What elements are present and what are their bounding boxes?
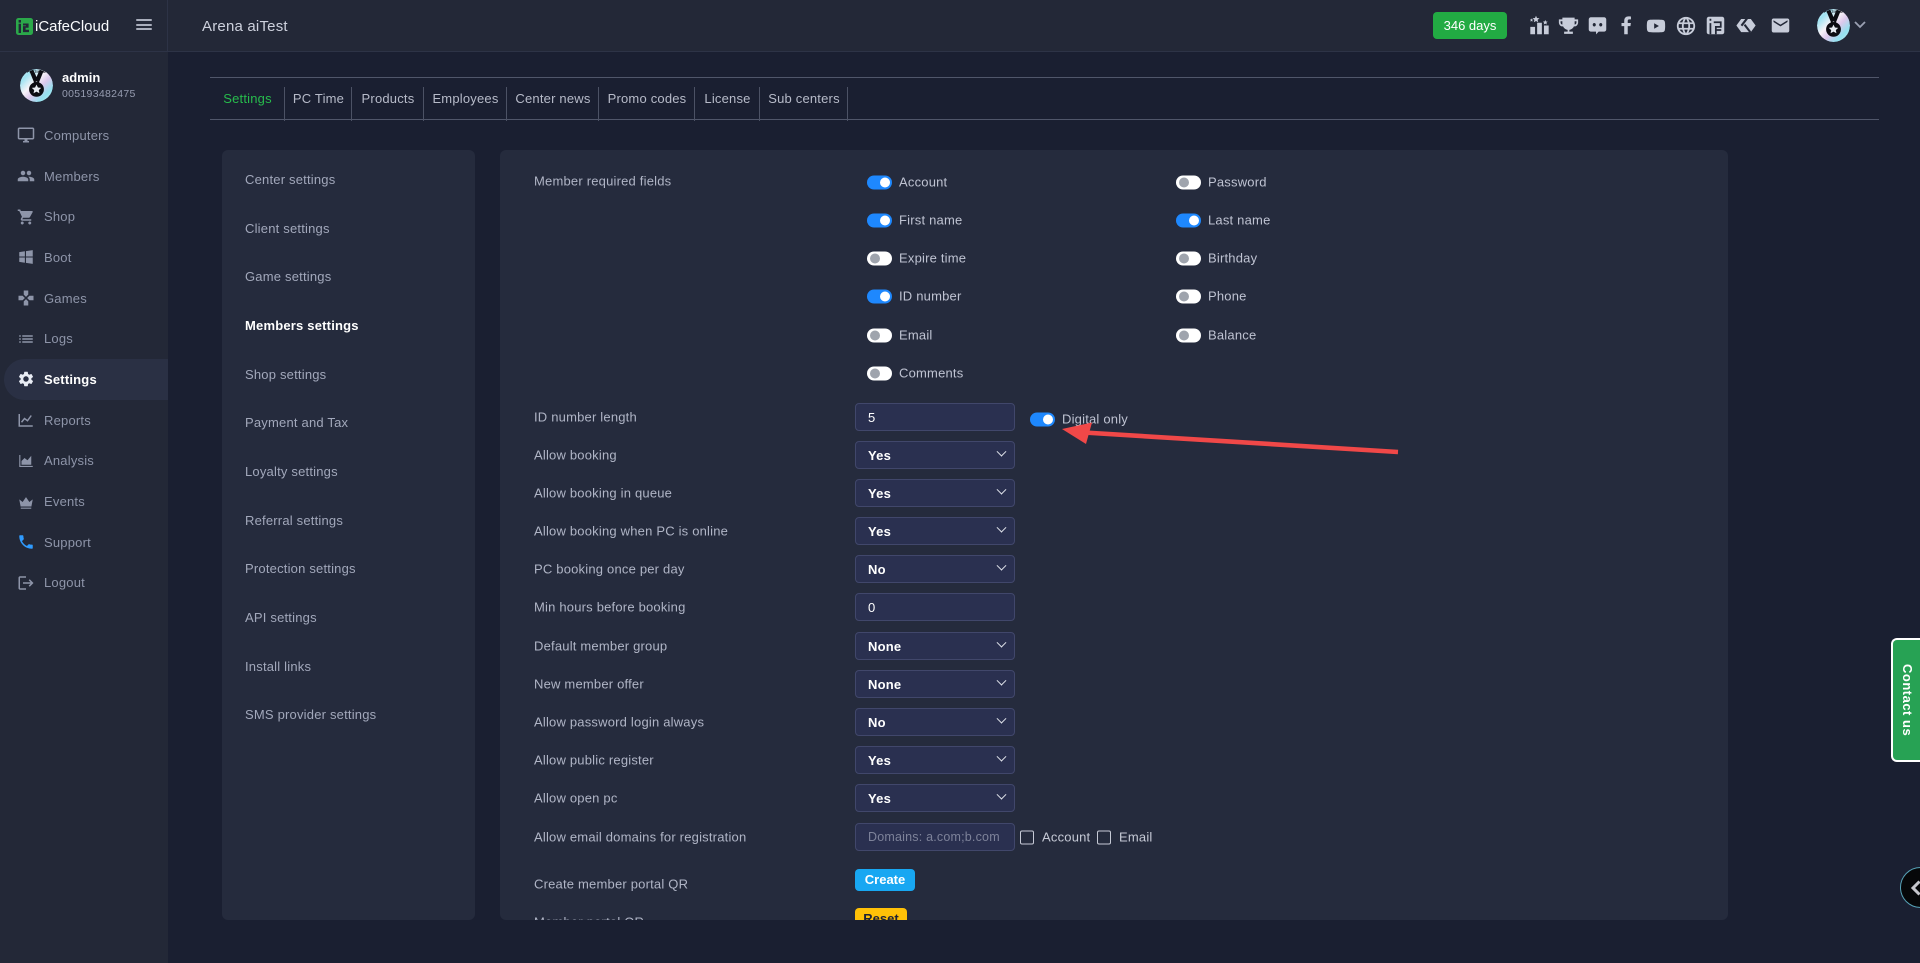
svg-text:PLATINUM: PLATINUM (1824, 10, 1843, 14)
svg-text:PLATINUM: PLATINUM (27, 70, 46, 74)
